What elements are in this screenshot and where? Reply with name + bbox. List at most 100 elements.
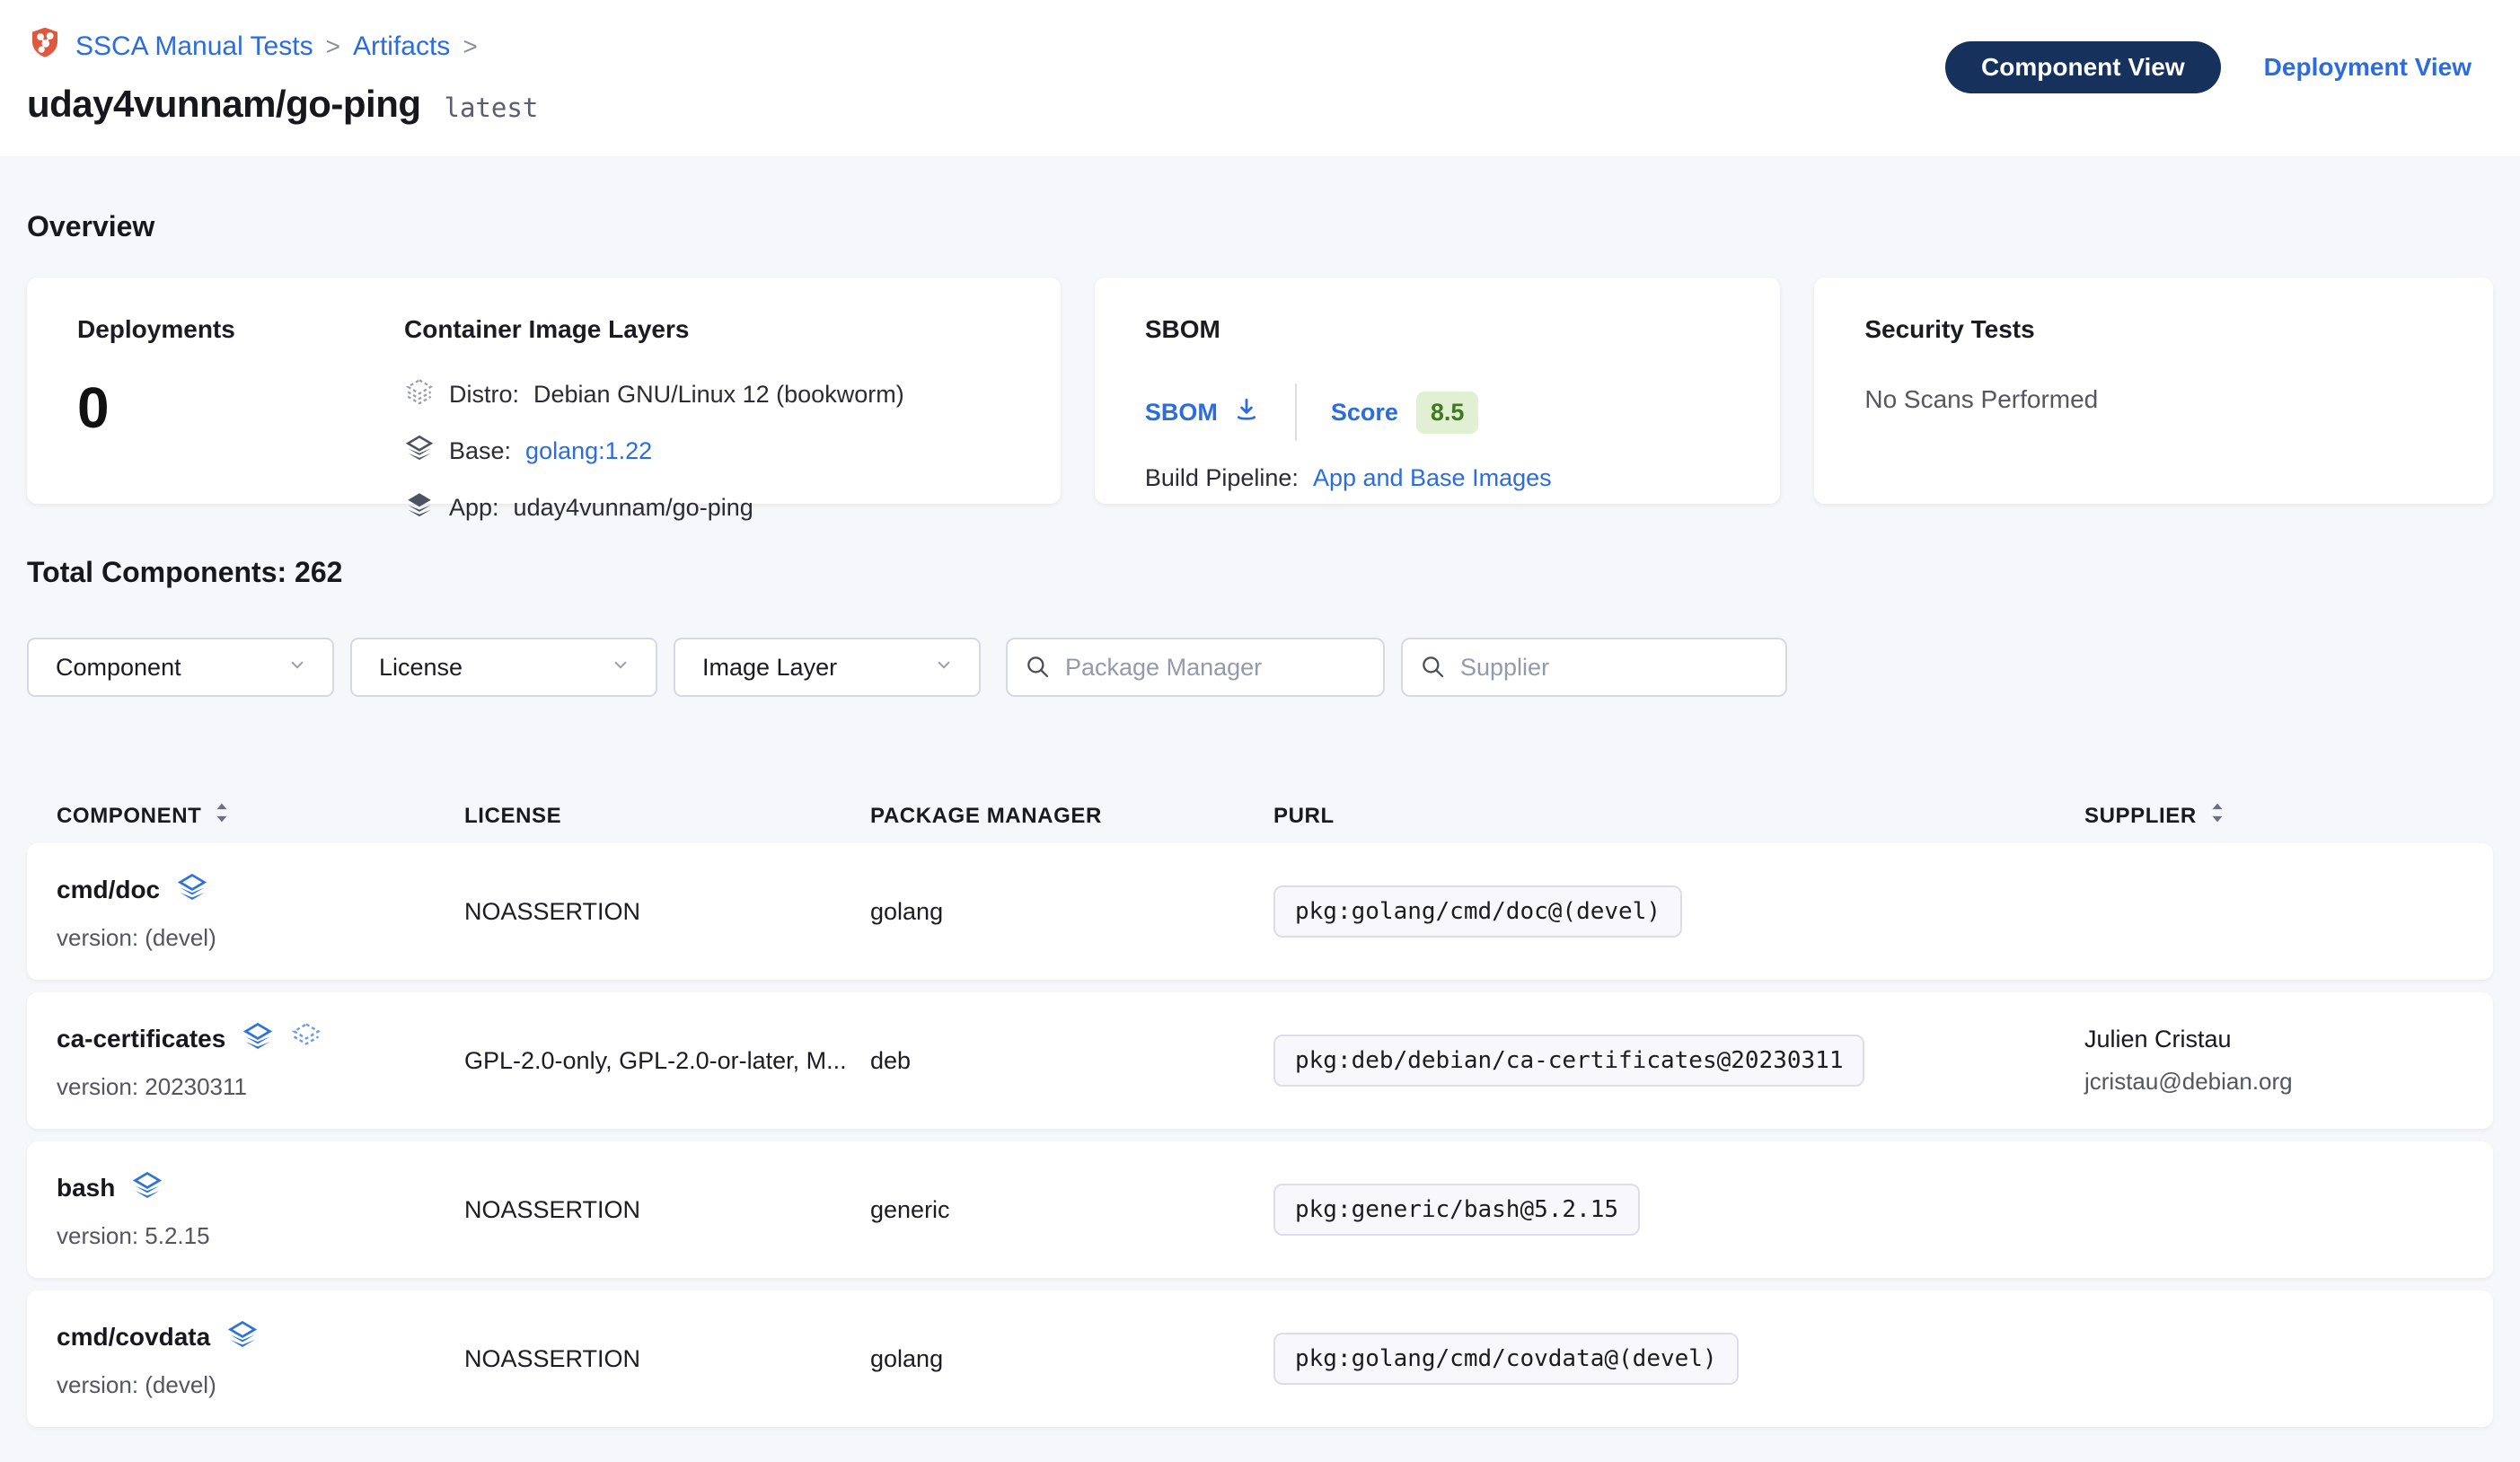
package-manager-search <box>1006 638 1385 697</box>
container-image-layers-block: Container Image Layers Distro: Debian GN… <box>404 315 904 504</box>
deployments-label: Deployments <box>77 315 404 344</box>
column-header-component[interactable]: COMPONENT <box>57 801 464 831</box>
search-icon <box>1024 653 1053 686</box>
supplier-cell: Julien Cristau jcristau@debian.org <box>2084 1026 2472 1096</box>
security-tests-heading: Security Tests <box>1864 315 2457 344</box>
distro-layer-icon <box>404 376 435 413</box>
column-header-package-manager: PACKAGE MANAGER <box>870 804 1273 829</box>
component-version: version: (devel) <box>57 1371 464 1399</box>
breadcrumb-link-artifacts[interactable]: Artifacts <box>353 31 450 62</box>
page-title: uday4vunnam/go-ping <box>27 83 421 126</box>
license-cell: NOASSERTION <box>464 898 870 926</box>
supplier-column-label: SUPPLIER <box>2084 804 2197 829</box>
base-layer-icon <box>176 871 208 908</box>
distro-value: Debian GNU/Linux 12 (bookworm) <box>533 381 904 409</box>
component-view-button[interactable]: Component View <box>1945 41 2221 93</box>
app-layer-icon <box>404 489 435 526</box>
license-cell: NOASSERTION <box>464 1345 870 1373</box>
package-manager-cell: golang <box>870 898 1273 926</box>
component-name: cmd/covdata <box>57 1323 210 1352</box>
table-row[interactable]: bash version: 5.2.15 NOASSERTION generic… <box>27 1141 2493 1278</box>
sbom-card: SBOM SBOM Score 8.5 Build Pipelin <box>1095 277 1781 504</box>
chevron-down-icon <box>609 653 632 683</box>
license-cell: NOASSERTION <box>464 1196 870 1224</box>
base-layer-icon <box>131 1169 163 1206</box>
table-row[interactable]: ca-certificates version: 20230311 GPL-2.… <box>27 992 2493 1129</box>
package-manager-cell: deb <box>870 1047 1273 1075</box>
component-filter-label: Component <box>56 654 181 682</box>
distro-label: Distro: <box>449 381 519 409</box>
build-pipeline-link[interactable]: App and Base Images <box>1313 464 1552 492</box>
search-icon <box>1419 653 1448 686</box>
distro-layer-icon <box>290 1020 322 1057</box>
supplier-email: jcristau@debian.org <box>2084 1068 2472 1096</box>
image-layer-filter-dropdown[interactable]: Image Layer <box>674 638 981 697</box>
table-row[interactable]: cmd/doc version: (devel) NOASSERTION gol… <box>27 843 2493 980</box>
base-label: Base: <box>449 437 511 465</box>
supplier-cell <box>2084 1202 2472 1217</box>
divider <box>1295 383 1297 441</box>
purl-pill[interactable]: pkg:generic/bash@5.2.15 <box>1273 1184 1640 1236</box>
sbom-heading: SBOM <box>1145 315 1745 344</box>
app-layer-row: App: uday4vunnam/go-ping <box>404 489 904 526</box>
distro-layer-row: Distro: Debian GNU/Linux 12 (bookworm) <box>404 376 904 413</box>
column-header-license: LICENSE <box>464 804 870 829</box>
image-layer-filter-label: Image Layer <box>702 654 837 682</box>
purl-pill[interactable]: pkg:deb/debian/ca-certificates@20230311 <box>1273 1035 1864 1087</box>
license-filter-dropdown[interactable]: License <box>350 638 657 697</box>
component-filter-dropdown[interactable]: Component <box>27 638 334 697</box>
overview-cards: Deployments 0 Container Image Layers Dis… <box>27 277 2493 504</box>
app-label: App: <box>449 494 499 522</box>
supplier-cell <box>2084 904 2472 919</box>
score-label[interactable]: Score <box>1331 399 1398 427</box>
component-version: version: 20230311 <box>57 1073 464 1101</box>
components-table-header: COMPONENT LICENSE PACKAGE MANAGER PURL S… <box>27 801 2493 831</box>
column-header-purl: PURL <box>1273 804 2084 829</box>
base-layer-icon <box>242 1020 274 1057</box>
license-filter-label: License <box>379 654 463 682</box>
breadcrumb: SSCA Manual Tests > Artifacts > <box>27 25 538 68</box>
sort-icon <box>2207 801 2227 831</box>
breadcrumb-separator: > <box>326 32 340 61</box>
sbom-download-link[interactable]: SBOM <box>1145 395 1261 430</box>
deployments-layers-card: Deployments 0 Container Image Layers Dis… <box>27 277 1061 504</box>
deployment-view-link[interactable]: Deployment View <box>2264 53 2472 82</box>
topbar: SSCA Manual Tests > Artifacts > uday4vun… <box>0 0 2520 156</box>
sort-icon <box>212 801 232 831</box>
security-tests-card: Security Tests No Scans Performed <box>1814 277 2493 504</box>
component-version: version: (devel) <box>57 924 464 952</box>
chevron-down-icon <box>286 653 309 683</box>
download-icon[interactable] <box>1232 395 1261 430</box>
column-header-supplier[interactable]: SUPPLIER <box>2084 801 2472 831</box>
breadcrumb-link-project[interactable]: SSCA Manual Tests <box>75 31 313 62</box>
app-value: uday4vunnam/go-ping <box>514 494 753 522</box>
total-components-heading: Total Components: 262 <box>27 556 2493 589</box>
ssca-shield-icon <box>27 25 63 68</box>
purl-pill[interactable]: pkg:golang/cmd/doc@(devel) <box>1273 885 1682 938</box>
supplier-search-input[interactable] <box>1401 638 1787 697</box>
base-layer-row: Base: golang:1.22 <box>404 433 904 470</box>
chevron-down-icon <box>932 653 956 683</box>
base-image-link[interactable]: golang:1.22 <box>525 437 652 465</box>
package-manager-cell: golang <box>870 1345 1273 1373</box>
overview-heading: Overview <box>27 210 2493 243</box>
header-left: SSCA Manual Tests > Artifacts > uday4vun… <box>27 25 538 126</box>
package-manager-search-input[interactable] <box>1006 638 1385 697</box>
component-version: version: 5.2.15 <box>57 1222 464 1250</box>
title-row: uday4vunnam/go-ping latest <box>27 83 538 126</box>
supplier-search <box>1401 638 1787 697</box>
component-name: bash <box>57 1174 115 1202</box>
sbom-download-label[interactable]: SBOM <box>1145 399 1218 427</box>
component-name: ca-certificates <box>57 1025 225 1053</box>
table-row[interactable]: cmd/covdata version: (devel) NOASSERTION… <box>27 1290 2493 1427</box>
supplier-name: Julien Cristau <box>2084 1026 2472 1053</box>
main-content: Overview Deployments 0 Container Image L… <box>0 210 2520 1427</box>
base-layer-icon <box>226 1318 259 1355</box>
deployments-count: 0 <box>77 374 404 441</box>
artifact-tag-badge: latest <box>445 92 539 123</box>
purl-pill[interactable]: pkg:golang/cmd/covdata@(devel) <box>1273 1333 1739 1385</box>
score-badge: 8.5 <box>1416 392 1479 434</box>
license-cell: GPL-2.0-only, GPL-2.0-or-later, M... <box>464 1047 870 1075</box>
sbom-score[interactable]: Score 8.5 <box>1331 392 1479 434</box>
container-image-layers-heading: Container Image Layers <box>404 315 904 344</box>
